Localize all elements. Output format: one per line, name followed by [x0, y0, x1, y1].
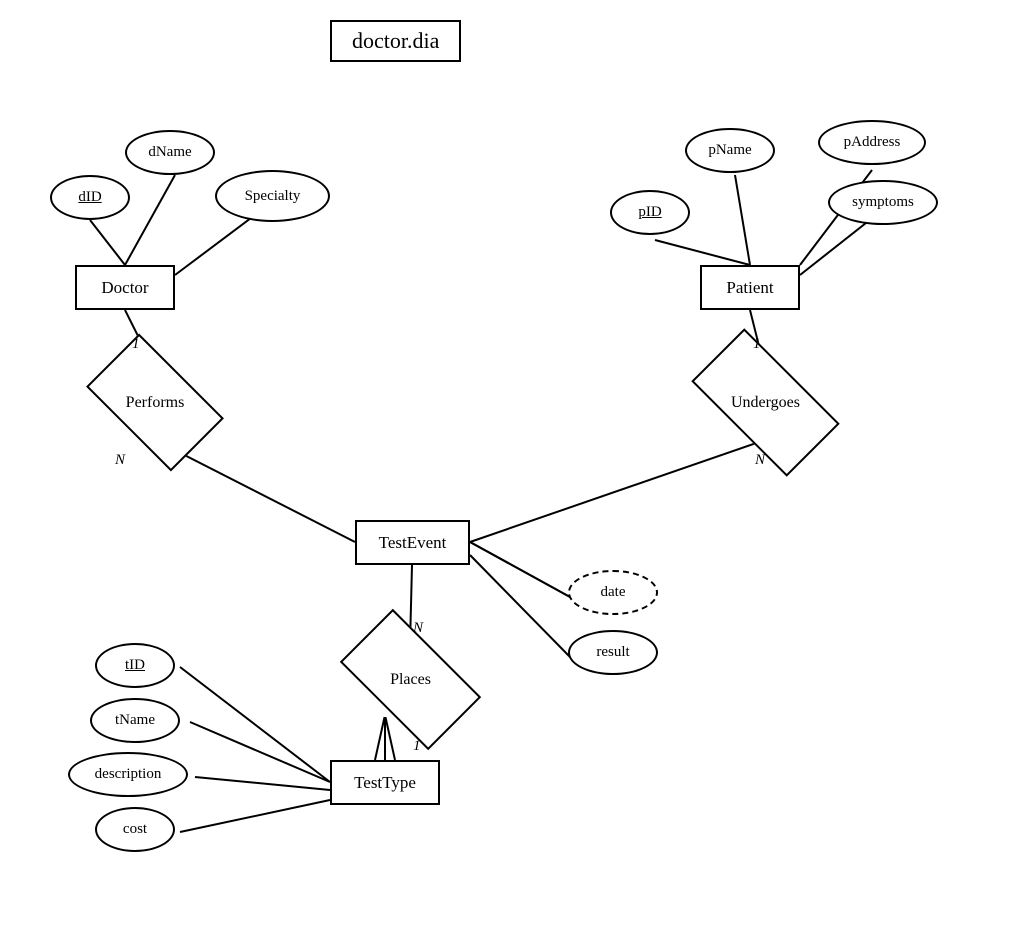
card-places-test: N [413, 620, 423, 637]
attr-pid: pID [610, 190, 690, 235]
rel-places: Places [348, 642, 473, 717]
attr-tid: tID [95, 643, 175, 688]
attr-tname: tName [90, 698, 180, 743]
er-diagram: doctor.dia Doctor Patient TestEvent Test… [0, 0, 1024, 940]
rel-undergoes: Undergoes [698, 365, 833, 440]
card-undergoes-test: N [755, 452, 765, 469]
attr-cost: cost [95, 807, 175, 852]
entity-testtype: TestType [330, 760, 440, 805]
attr-did: dID [50, 175, 130, 220]
card-undergoes-patient: 1 [753, 336, 761, 353]
card-places-type: 1 [413, 738, 421, 755]
card-performs-doctor: 1 [132, 336, 140, 353]
card-performs-test: N [115, 452, 125, 469]
rel-performs: Performs [95, 365, 215, 440]
entity-doctor: Doctor [75, 265, 175, 310]
attr-symptoms: symptoms [828, 180, 938, 225]
entity-patient: Patient [700, 265, 800, 310]
entity-testevent: TestEvent [355, 520, 470, 565]
attr-description: description [68, 752, 188, 797]
attr-result: result [568, 630, 658, 675]
attr-dname: dName [125, 130, 215, 175]
attr-paddress: pAddress [818, 120, 926, 165]
attr-specialty: Specialty [215, 170, 330, 222]
attr-date: date [568, 570, 658, 615]
attr-pname: pName [685, 128, 775, 173]
diagram-title: doctor.dia [330, 20, 461, 62]
